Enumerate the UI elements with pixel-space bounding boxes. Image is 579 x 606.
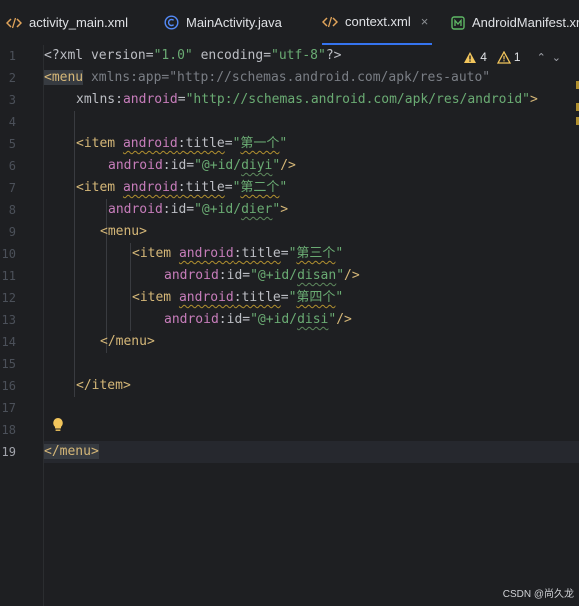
- tab-label: activity_main.xml: [29, 15, 128, 30]
- java-class-icon: [164, 15, 179, 30]
- inspection-widget[interactable]: 4 1 ⌃ ⌄: [463, 50, 561, 64]
- indent-guide: [130, 243, 131, 331]
- warning-underline: android:title: [178, 290, 281, 305]
- tab-main-activity-java[interactable]: MainActivity.java: [164, 0, 304, 45]
- line-number: 11: [1, 269, 16, 283]
- warnings-counter[interactable]: 4: [463, 50, 487, 64]
- tab-label: MainActivity.java: [186, 15, 282, 30]
- line-number: 1: [8, 49, 16, 63]
- xml-file-icon: [322, 15, 338, 29]
- code-line-3: xmlns:android="http://schemas.android.co…: [76, 92, 538, 107]
- weak-warnings-counter[interactable]: 1: [496, 50, 521, 64]
- xml-file-icon: [6, 16, 22, 30]
- current-line-highlight: [44, 441, 579, 463]
- previous-highlight-arrow[interactable]: ⌃: [537, 51, 546, 64]
- lightbulb-icon[interactable]: [52, 417, 64, 438]
- editor-tab-bar: activity_main.xml MainActivity.java cont…: [0, 0, 579, 46]
- line-number: 12: [1, 291, 16, 305]
- tab-label: context.xml: [345, 14, 411, 29]
- code-line-10: <item android:title="第三个": [132, 246, 344, 261]
- code-line-2: <menu xmlns:app="http://schemas.android.…: [44, 70, 491, 85]
- line-number: 7: [8, 181, 16, 195]
- line-number: 16: [1, 379, 16, 393]
- line-number: 2: [8, 71, 16, 85]
- line-number: 18: [1, 423, 16, 437]
- manifest-file-icon: [451, 15, 465, 30]
- code-line-19: </menu>: [44, 441, 99, 463]
- code-line-9: <menu>: [100, 224, 147, 239]
- matched-tag-highlight: </menu>: [44, 444, 99, 459]
- next-highlight-arrow[interactable]: ⌄: [552, 51, 561, 64]
- indent-guide: [74, 111, 75, 397]
- warning-underline: android:title: [122, 136, 225, 151]
- line-number: 6: [8, 159, 16, 173]
- code-line-13: android:id="@+id/disi"/>: [164, 312, 352, 327]
- line-number: 15: [1, 357, 16, 371]
- line-number: 10: [1, 247, 16, 261]
- code-editor[interactable]: 1 2 3 4 5 6 7 8 9 10 11 12 13 14 15 16 1…: [0, 45, 579, 606]
- code-line-5: <item android:title="第一个": [76, 136, 288, 151]
- tab-label: AndroidManifest.xml: [472, 15, 579, 30]
- tab-context-xml[interactable]: context.xml ×: [322, 0, 432, 45]
- line-number-current: 19: [1, 445, 16, 459]
- line-number: 5: [8, 137, 16, 151]
- tab-activity-main-xml[interactable]: activity_main.xml: [6, 0, 152, 45]
- line-number: 14: [1, 335, 16, 349]
- code-line-7: <item android:title="第二个": [76, 180, 288, 195]
- matched-tag-highlight: <menu: [44, 70, 84, 85]
- code-line-12: <item android:title="第四个": [132, 290, 344, 305]
- code-line-6: android:id="@+id/diyi"/>: [108, 158, 296, 173]
- line-number: 4: [8, 115, 16, 129]
- tab-android-manifest-xml[interactable]: AndroidManifest.xml: [451, 0, 579, 45]
- line-number-gutter: 1 2 3 4 5 6 7 8 9 10 11 12 13 14 15 16 1…: [0, 45, 43, 606]
- gutter-separator: [43, 45, 44, 606]
- line-number: 8: [8, 203, 16, 217]
- line-number: 9: [8, 225, 16, 239]
- watermark: CSDN @尚久龙: [502, 589, 574, 600]
- line-number: 13: [1, 313, 16, 327]
- code-line-14: </menu>: [100, 334, 155, 349]
- close-icon[interactable]: ×: [421, 14, 429, 29]
- code-line-11: android:id="@+id/disan"/>: [164, 268, 360, 283]
- warning-underline: android:title: [178, 246, 281, 261]
- code-line-8: android:id="@+id/dier">: [108, 202, 289, 217]
- warning-icon: [464, 51, 477, 63]
- line-number: 3: [8, 93, 16, 107]
- code-line-1: <?xml version="1.0" encoding="utf-8"?>: [44, 48, 342, 63]
- warning-underline: android:title: [122, 180, 225, 195]
- weak-warning-icon: [496, 50, 511, 64]
- line-number: 17: [1, 401, 16, 415]
- code-line-16: </item>: [76, 378, 131, 393]
